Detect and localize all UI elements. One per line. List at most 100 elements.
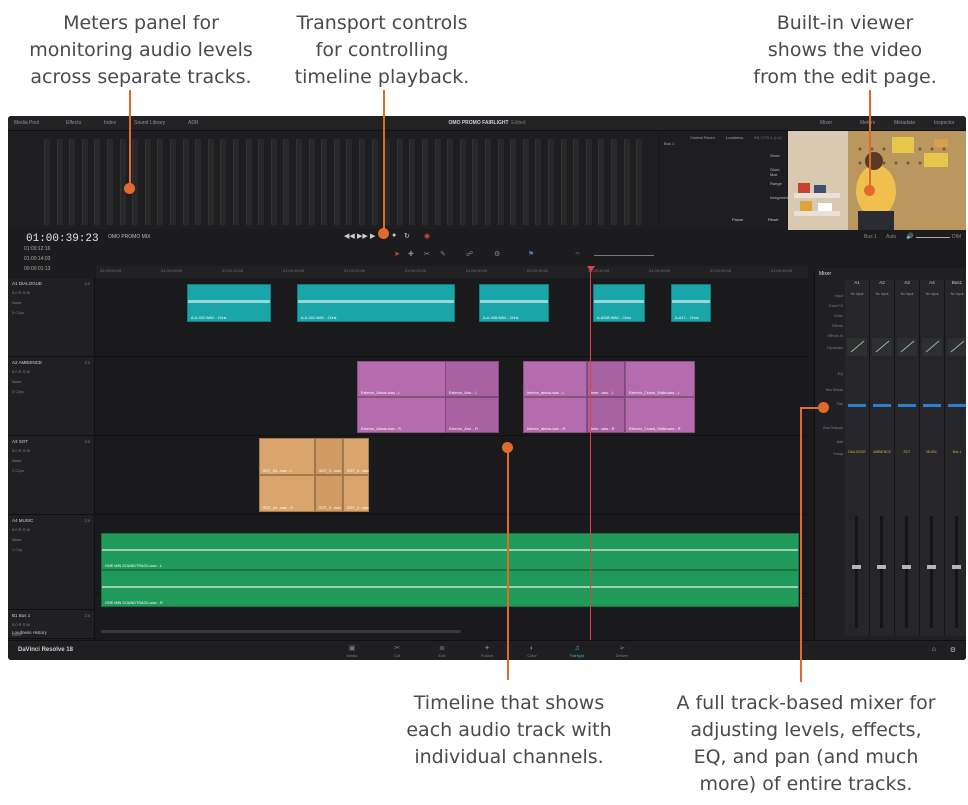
track-header-a4[interactable]: A4 MUSIC 2.0 0.0 R S M None 1 Clip (8, 515, 94, 610)
track-name[interactable]: A4 MUSIC (12, 518, 33, 523)
zoom-icon[interactable]: ⇔ (574, 250, 581, 257)
page-fairlight[interactable]: ♫ Fairlight (560, 644, 594, 658)
clip-ambience-4-r[interactable]: Inter...wav - R (587, 397, 625, 433)
track-header-a3[interactable]: A3 SOT 2.0 0.0 R S M None 3 Clips (8, 436, 94, 515)
track-mode[interactable]: None (12, 537, 22, 542)
loop-button[interactable]: ↻ (404, 232, 410, 240)
clip-ambience-2-l[interactable]: Exterior_Atm... L (445, 361, 499, 397)
page-deliver[interactable]: ➢ Deliver (605, 644, 639, 658)
clip-music-r[interactable]: ONE MIN SOUNDTRACK.wav - R (101, 570, 799, 607)
mixer-input-select[interactable]: No Input (921, 292, 943, 296)
track-header-a2[interactable]: A2 AMBIENCE 2.0 0.0 R S M None 5 Clips (8, 357, 94, 436)
track-name[interactable]: B1 Bus 1 (12, 613, 30, 618)
mixer-strip-a2[interactable]: A2 No Input AMBIENCE (870, 280, 895, 636)
track-mode[interactable]: None (12, 300, 22, 305)
track-controls[interactable]: 0.0 R S M (12, 369, 30, 374)
mixer-input-select[interactable]: No Input (871, 292, 893, 296)
mixer-fader-knob[interactable] (927, 565, 936, 569)
page-color[interactable]: ◐ Color (515, 644, 549, 658)
clip-dialogue-3[interactable]: A-A-008.WAV - Chris (479, 284, 549, 322)
mixer-pan-control[interactable] (873, 404, 891, 407)
clip-ambience-4-l[interactable]: Inter...wav - L (587, 361, 625, 397)
timeline-scrollbar[interactable] (101, 630, 461, 633)
clip-dialogue-4[interactable]: A-A008.WAV - Chris (593, 284, 645, 322)
control-room-tab[interactable]: Control Room (690, 135, 715, 140)
mixer-toggle[interactable]: Mixer (820, 120, 832, 126)
razor-tool-icon[interactable]: ✂ (424, 250, 430, 258)
page-cut[interactable]: ✂ Cut (380, 644, 414, 658)
clip-sot-3-l[interactable]: SOT_0...wav (343, 438, 369, 475)
video-viewer[interactable] (788, 131, 966, 236)
fast-forward-button[interactable]: ▶▶ (357, 232, 368, 240)
mixer-eq-graph[interactable] (847, 338, 867, 356)
loudness-history-toggle[interactable]: Loudness History (8, 627, 94, 639)
clip-sot-2-l[interactable]: SOT_0...wav (315, 438, 343, 475)
mixer-eq-graph[interactable] (897, 338, 917, 356)
page-media[interactable]: ▣ Media (335, 644, 369, 658)
play-button[interactable]: ▶ (370, 232, 375, 240)
pointer-tool-icon[interactable]: ➤ (394, 250, 400, 258)
auto-label[interactable]: Auto (886, 234, 896, 240)
mixer-eq-graph[interactable] (947, 338, 966, 356)
mixer-pan-control[interactable] (848, 404, 866, 407)
range-tool-icon[interactable]: ✚ (408, 250, 414, 258)
clip-ambience-3-l[interactable]: Interior_atmos.wav - L (523, 361, 587, 397)
record-button[interactable]: ● (392, 232, 396, 239)
clip-ambience-5-r[interactable]: Exterior_Crowd_Walla.wav - R (625, 397, 695, 433)
mixer-strip-a1[interactable]: A1 No Input DIALOGUE (845, 280, 870, 636)
mixer-pan-control[interactable] (948, 404, 966, 407)
mixer-strip-a4[interactable]: A4 No Input MUSIC (920, 280, 945, 636)
playhead[interactable] (590, 266, 591, 644)
timeline-name-dropdown[interactable]: OMO PROMO MIX (108, 234, 151, 240)
clip-sot-2-r[interactable]: SOT_0...wav (315, 475, 343, 512)
track-name[interactable]: A2 AMBIENCE (12, 360, 42, 365)
dim-button[interactable]: DIM (952, 234, 961, 240)
reset-button[interactable]: Reset (768, 217, 778, 222)
track-name[interactable]: A3 SOT (12, 439, 28, 444)
loudness-tab[interactable]: Loudness (726, 135, 743, 140)
zoom-slider[interactable] (594, 255, 654, 256)
inspector-toggle[interactable]: Inspector (934, 120, 955, 126)
mixer-fader-knob[interactable] (902, 565, 911, 569)
track-header-a1[interactable]: A1 DIALOGUE 2.0 0.0 R S M None 5 Clips (8, 278, 94, 357)
settings-gear-icon[interactable]: ⚙ (950, 646, 956, 654)
pause-button[interactable]: Pause (732, 217, 743, 222)
mixer-strip-a3[interactable]: A3 No Input SOT (895, 280, 920, 636)
mixer-pan-control[interactable] (923, 404, 941, 407)
clip-ambience-3-r[interactable]: Interior_atmos.wav - R (523, 397, 587, 433)
track-controls[interactable]: 0.0 R S M (12, 290, 30, 295)
mixer-eq-graph[interactable] (922, 338, 942, 356)
track-mode[interactable]: None (12, 458, 22, 463)
clip-ambience-2-r[interactable]: Exterior_Atm... R (445, 397, 499, 433)
clip-dialogue-1[interactable]: A-A-002.WAV - Chris (187, 284, 271, 322)
meters-toggle[interactable]: Meters (860, 120, 875, 126)
link-icon[interactable]: ☍ (466, 250, 473, 258)
snapping-icon[interactable]: ⚙ (494, 250, 500, 258)
flag-icon[interactable]: ⚑ (528, 250, 534, 258)
track-mode[interactable]: None (12, 379, 22, 384)
clip-sot-3-r[interactable]: SOT_0...wav (343, 475, 369, 512)
mixer-fader-knob[interactable] (952, 565, 961, 569)
clip-sot-1-l[interactable]: SOT_04...wav - L (259, 438, 315, 475)
page-fusion[interactable]: ✦ Fusion (470, 644, 504, 658)
mixer-fader-knob[interactable] (877, 565, 886, 569)
rewind-button[interactable]: ◀◀ (344, 232, 355, 240)
page-edit[interactable]: ≣ Edit (425, 644, 459, 658)
mixer-pan-control[interactable] (898, 404, 916, 407)
track-name[interactable]: A1 DIALOGUE (12, 281, 42, 286)
mixer-input-select[interactable]: No Input (946, 292, 966, 296)
clip-dialogue-2[interactable]: A-A-002.WAV - Chris (297, 284, 455, 322)
clip-ambience-5-l[interactable]: Exterior_Crowd_Walla.wav - L (625, 361, 695, 397)
speaker-icon[interactable]: 🔊 (906, 233, 913, 240)
mixer-fader-knob[interactable] (852, 565, 861, 569)
mixer-input-select[interactable]: No Input (896, 292, 918, 296)
pencil-tool-icon[interactable]: ✎ (440, 250, 446, 258)
playhead-marker[interactable] (587, 266, 595, 272)
track-controls[interactable]: 0.0 R S M (12, 448, 30, 453)
home-icon[interactable]: ⌂ (932, 646, 936, 653)
metadata-toggle[interactable]: Metadata (894, 120, 915, 126)
clip-dialogue-5[interactable]: A-A17... Chris (671, 284, 711, 322)
track-controls[interactable]: 0.0 R S M (12, 527, 30, 532)
mixer-strip-bus1[interactable]: Bus1 No Input Bus 1 (945, 280, 966, 636)
record-arm-icon[interactable]: ◉ (424, 232, 430, 240)
